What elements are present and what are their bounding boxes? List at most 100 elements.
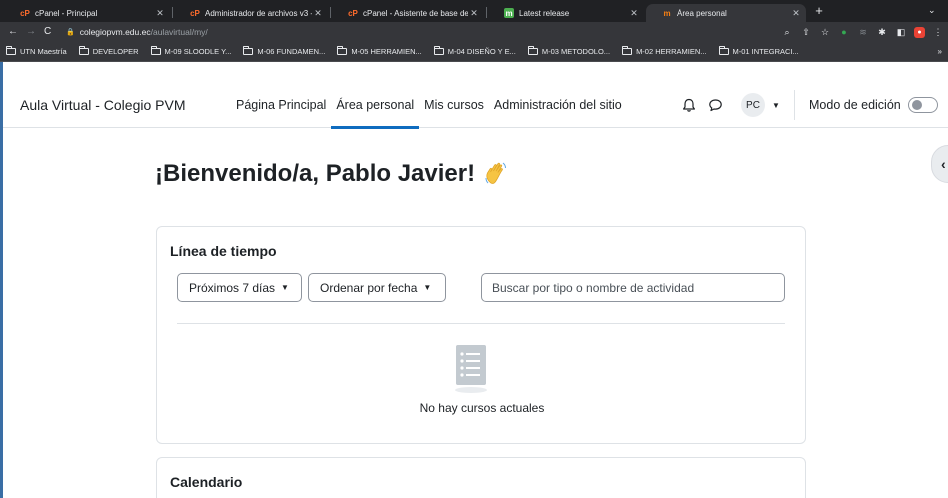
site-navbar: Aula Virtual - Colegio PVM Página Princi… bbox=[3, 62, 948, 129]
avatar[interactable]: PC bbox=[741, 93, 765, 117]
welcome-text: ¡Bienvenido/a, Pablo Javier! bbox=[155, 160, 476, 187]
switch-knob bbox=[911, 100, 922, 110]
empty-list-icon bbox=[455, 345, 487, 393]
bookmark-label: UTN Maestría bbox=[20, 47, 67, 56]
nav-item-dashboard[interactable]: Área personal bbox=[331, 62, 420, 129]
folder-icon bbox=[622, 46, 633, 55]
day-filter-value: Próximos 7 días bbox=[189, 280, 276, 295]
tab-title: cPanel - Principal bbox=[35, 8, 98, 18]
calendar-title: Calendario bbox=[170, 474, 243, 490]
browser-tab[interactable]: m Latest release ✕ bbox=[488, 4, 644, 22]
empty-state-text: No hay cursos actuales bbox=[419, 401, 545, 415]
bookmark-folder[interactable]: M-09 SLOODLE Y... bbox=[150, 46, 232, 56]
url-path: /aulavirtual/my/ bbox=[150, 27, 208, 37]
cpanel-icon: cP bbox=[190, 8, 200, 18]
chevron-down-icon: ▼ bbox=[423, 283, 432, 292]
divider bbox=[794, 90, 795, 120]
extension-icon[interactable]: ≋ bbox=[857, 26, 869, 38]
bookmark-folder[interactable]: M-01 INTEGRACI... bbox=[718, 46, 799, 56]
bell-icon[interactable] bbox=[679, 95, 699, 115]
tab-separator bbox=[330, 7, 331, 18]
forward-icon[interactable]: → bbox=[26, 25, 36, 39]
side-panel-icon[interactable]: ◧ bbox=[895, 26, 907, 38]
bookmark-folder[interactable]: M-04 DISEÑO Y E... bbox=[433, 46, 516, 56]
moodle-icon: m bbox=[663, 8, 671, 18]
edit-mode-toggle[interactable]: Modo de edición bbox=[809, 97, 938, 113]
url-host: colegiopvm.edu.ec bbox=[79, 27, 151, 37]
tab-separator bbox=[172, 7, 173, 18]
browser-tab-strip: cP cPanel - Principal ✕ cP Administrador… bbox=[0, 0, 948, 22]
bookmark-folder[interactable]: DEVELOPER bbox=[78, 46, 139, 56]
timeline-block: Línea de tiempo Próximos 7 días ▼ Ordena… bbox=[156, 226, 806, 444]
bookmark-folder[interactable]: M-02 HERRAMIEN... bbox=[622, 46, 707, 56]
bookmark-folder[interactable]: M-05 HERRAMIEN... bbox=[337, 46, 422, 56]
folder-icon bbox=[6, 46, 16, 55]
divider bbox=[177, 323, 785, 324]
bookmark-label: DEVELOPER bbox=[92, 47, 139, 56]
bookmark-label: M-03 METODOLO... bbox=[541, 47, 611, 56]
cpanel-icon: cP bbox=[348, 8, 358, 18]
welcome-heading: ¡Bienvenido/a, Pablo Javier! bbox=[155, 160, 509, 188]
bookmark-label: M-02 HERRAMIEN... bbox=[636, 47, 707, 56]
messages-icon[interactable] bbox=[705, 95, 725, 115]
folder-icon bbox=[78, 46, 89, 55]
more-bookmarks-button[interactable]: » bbox=[938, 47, 942, 56]
tab-title: Latest release bbox=[519, 8, 570, 18]
share-icon[interactable]: ⇧ bbox=[800, 26, 812, 38]
folder-icon bbox=[337, 46, 348, 55]
browser-tab[interactable]: cP cPanel - Principal ✕ bbox=[4, 4, 170, 22]
browser-tab-active[interactable]: m Área personal ✕ bbox=[646, 4, 806, 22]
bookmark-folder[interactable]: M-06 FUNDAMEN... bbox=[243, 46, 326, 56]
new-tab-button[interactable]: + bbox=[812, 4, 826, 18]
close-icon[interactable]: ✕ bbox=[154, 8, 166, 19]
nav-item-my-courses[interactable]: Mis cursos bbox=[419, 62, 489, 128]
close-icon[interactable]: ✕ bbox=[628, 8, 640, 19]
primary-navigation: Página Principal Área personal Mis curso… bbox=[231, 62, 627, 129]
profile-icon[interactable]: ● bbox=[914, 26, 925, 38]
open-drawer-button[interactable]: ‹ bbox=[931, 145, 948, 183]
browser-tab[interactable]: cP Administrador de archivos v3 - ✕ bbox=[174, 4, 328, 22]
extensions-puzzle-icon[interactable]: ✱ bbox=[876, 26, 888, 38]
back-icon[interactable]: ← bbox=[8, 25, 18, 39]
bookmark-label: M-04 DISEÑO Y E... bbox=[447, 47, 516, 56]
close-icon[interactable]: ✕ bbox=[468, 8, 480, 19]
zoom-icon[interactable]: ⌕ bbox=[781, 26, 793, 38]
chevron-left-icon: ‹ bbox=[941, 156, 946, 172]
sort-dropdown[interactable]: Ordenar por fecha ▼ bbox=[308, 273, 446, 302]
cpanel-icon: cP bbox=[20, 8, 30, 18]
chevron-down-icon: ▼ bbox=[281, 283, 289, 292]
menu-icon[interactable]: ⋮ bbox=[932, 26, 944, 38]
moodle-icon: m bbox=[504, 8, 514, 18]
folder-icon bbox=[527, 46, 538, 55]
browser-toolbar: ← → C 🔒 colegiopvm.edu.ec/aulavirtual/my… bbox=[0, 22, 948, 42]
bookmark-star-icon[interactable]: ☆ bbox=[819, 26, 831, 38]
bookmark-label: M-01 INTEGRACI... bbox=[732, 47, 799, 56]
bookmark-folder[interactable]: M-03 METODOLO... bbox=[527, 46, 611, 56]
day-filter-dropdown[interactable]: Próximos 7 días ▼ bbox=[177, 273, 302, 302]
folder-icon bbox=[150, 46, 161, 55]
bookmark-label: M-06 FUNDAMEN... bbox=[257, 47, 326, 56]
site-brand[interactable]: Aula Virtual - Colegio PVM bbox=[20, 97, 185, 113]
tab-separator bbox=[486, 7, 487, 18]
browser-tab[interactable]: cP cPanel - Asistente de base de ✕ bbox=[332, 4, 484, 22]
close-icon[interactable]: ✕ bbox=[312, 8, 324, 19]
close-icon[interactable]: ✕ bbox=[790, 8, 802, 19]
toolbar-icons: ⌕ ⇧ ☆ ● ≋ ✱ ◧ ● ⋮ bbox=[781, 25, 944, 39]
folder-icon bbox=[243, 46, 254, 55]
bookmark-folder[interactable]: UTN Maestría bbox=[6, 46, 67, 56]
nav-item-site-admin[interactable]: Administración del sitio bbox=[489, 62, 627, 128]
bookmark-label: M-09 SLOODLE Y... bbox=[164, 47, 232, 56]
activity-search-input[interactable] bbox=[481, 273, 785, 302]
reload-icon[interactable]: C bbox=[44, 25, 51, 39]
edit-mode-switch[interactable] bbox=[907, 97, 938, 113]
chevron-down-icon[interactable]: ▼ bbox=[772, 101, 780, 110]
chevron-down-icon[interactable]: ⌄ bbox=[928, 5, 936, 16]
extension-icon[interactable]: ● bbox=[838, 26, 850, 38]
folder-icon bbox=[718, 46, 729, 55]
nav-item-home[interactable]: Página Principal bbox=[231, 62, 331, 128]
tab-title: Administrador de archivos v3 - bbox=[205, 8, 312, 18]
tab-title: Área personal bbox=[677, 8, 727, 18]
tab-title: cPanel - Asistente de base de bbox=[363, 8, 468, 18]
address-bar[interactable]: 🔒 colegiopvm.edu.ec/aulavirtual/my/ bbox=[66, 24, 786, 40]
waving-hand-icon bbox=[485, 162, 507, 184]
